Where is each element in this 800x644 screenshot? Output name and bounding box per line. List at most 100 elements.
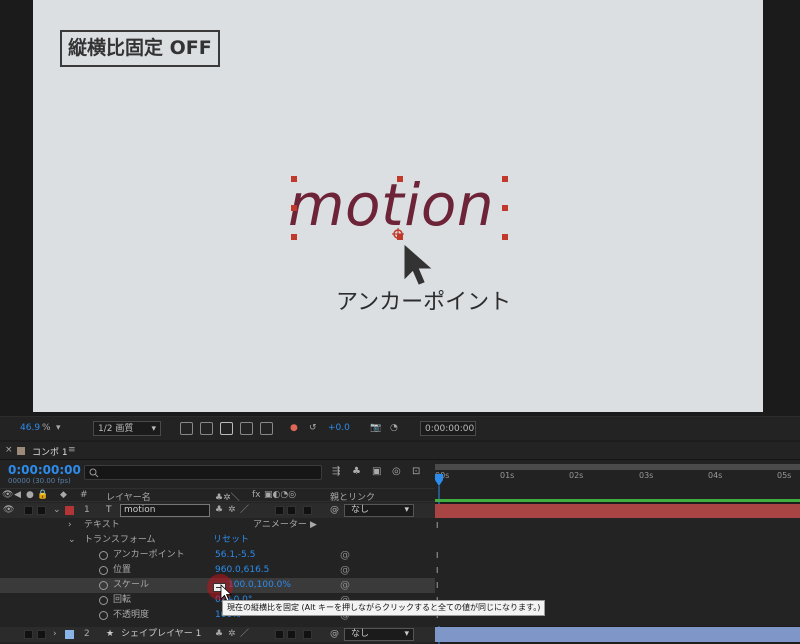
stopwatch-icon[interactable] bbox=[99, 611, 108, 620]
switch-box[interactable] bbox=[275, 630, 284, 639]
bbox-handle[interactable] bbox=[291, 176, 297, 182]
lock-toggle[interactable] bbox=[37, 506, 46, 515]
stopwatch-icon[interactable] bbox=[99, 566, 108, 575]
switch-box[interactable] bbox=[287, 506, 296, 515]
expression-pickwhip-icon[interactable]: @ bbox=[340, 563, 350, 578]
expression-pickwhip-icon[interactable]: @ bbox=[340, 578, 350, 593]
chevron-right-icon[interactable]: › bbox=[53, 627, 57, 642]
time-ruler[interactable]: 00s 01s 02s 03s 04s 05s bbox=[435, 460, 800, 501]
ruler-tick: 05s bbox=[777, 471, 792, 480]
panel-menu-icon[interactable]: ≡ bbox=[68, 445, 76, 455]
property-row-text[interactable]: › テキスト アニメーター ▶ bbox=[0, 518, 435, 533]
tab-composition[interactable]: コンポ 1 bbox=[32, 445, 68, 458]
stopwatch-icon[interactable] bbox=[99, 581, 108, 590]
chevron-down-icon[interactable]: ⌄ bbox=[68, 533, 76, 548]
animator-play-icon[interactable]: ▶ bbox=[310, 518, 317, 533]
bbox-handle[interactable] bbox=[397, 176, 403, 182]
close-icon[interactable]: × bbox=[5, 445, 13, 455]
shy-layers-icon[interactable]: ♣ bbox=[352, 466, 364, 478]
quality-switch-icon[interactable]: ✲ bbox=[228, 627, 236, 642]
work-area-bar[interactable] bbox=[435, 464, 800, 470]
parent-select[interactable]: なし ▾ bbox=[344, 628, 414, 641]
stopwatch-icon[interactable] bbox=[99, 551, 108, 560]
layer-row-shape[interactable]: › 2 ★ シェイプレイヤー 1 ♣ ✲ ／ @ なし ▾ bbox=[0, 627, 435, 642]
parent-select-value: なし bbox=[351, 629, 370, 639]
comp-flowchart-icon[interactable]: ⇶ bbox=[332, 466, 344, 478]
zoom-unit: % bbox=[42, 423, 51, 433]
bbox-handle[interactable] bbox=[291, 234, 297, 240]
switch-box[interactable] bbox=[287, 630, 296, 639]
audio-toggle[interactable] bbox=[24, 506, 33, 515]
expression-pickwhip-icon[interactable]: @ bbox=[340, 548, 350, 563]
audio-icon[interactable]: ◀ bbox=[14, 490, 21, 500]
grid-guides-icon[interactable] bbox=[260, 422, 273, 435]
transparency-grid-icon[interactable] bbox=[200, 422, 213, 435]
chevron-down-icon[interactable]: ⌄ bbox=[53, 503, 61, 518]
scale-value[interactable]: 100.0,100.0% bbox=[228, 578, 291, 593]
slash-switch-icon[interactable]: ／ bbox=[240, 503, 249, 518]
pickwhip-icon[interactable]: @ bbox=[330, 503, 339, 518]
reset-link[interactable]: リセット bbox=[213, 533, 249, 548]
label-icon[interactable]: ◆ bbox=[60, 490, 67, 500]
graph-editor-icon[interactable]: ⊡ bbox=[412, 466, 424, 478]
show-snapshot-icon[interactable]: ◔ bbox=[390, 421, 398, 436]
lock-icon[interactable]: 🔒 bbox=[37, 490, 48, 500]
timeline-header: 0:00:00:00 00000 (30.00 fps) ⇶ ♣ ▣ ◎ ⊡ bbox=[0, 460, 435, 488]
property-row-transform[interactable]: ⌄ トランスフォーム リセット bbox=[0, 533, 435, 548]
region-of-interest-icon[interactable] bbox=[240, 422, 253, 435]
solo-icon[interactable]: ● bbox=[26, 490, 34, 500]
composition-canvas[interactable]: 縦横比固定 OFF motion アンカーポイント bbox=[33, 0, 763, 412]
anchor-value[interactable]: 56.1,-5.5 bbox=[215, 548, 255, 563]
layer-bar-motion[interactable] bbox=[435, 504, 800, 518]
stopwatch-icon[interactable] bbox=[99, 596, 108, 605]
bbox-handle[interactable] bbox=[502, 176, 508, 182]
lock-toggle[interactable] bbox=[37, 630, 46, 639]
switch-box[interactable] bbox=[303, 630, 312, 639]
layer-bar-shape[interactable] bbox=[435, 627, 800, 642]
resolution-select[interactable]: 1/2 画質 ▾ bbox=[93, 421, 161, 436]
chevron-right-icon[interactable]: › bbox=[68, 518, 72, 533]
layer-search-input[interactable] bbox=[84, 465, 322, 480]
ruler-tick: 01s bbox=[500, 471, 515, 480]
chevron-down-icon[interactable]: ▾ bbox=[56, 421, 61, 436]
switch-box[interactable] bbox=[303, 506, 312, 515]
camera-snapshot-icon[interactable]: 📷 bbox=[370, 421, 381, 436]
visibility-icon[interactable]: 👁 bbox=[2, 490, 13, 500]
layer-name-input[interactable]: motion bbox=[120, 504, 210, 517]
collapse-switch-icon[interactable]: ♣ bbox=[215, 627, 223, 642]
eye-icon[interactable]: 👁 bbox=[3, 503, 14, 518]
property-row-anchor[interactable]: アンカーポイント 56.1,-5.5 @ bbox=[0, 548, 435, 563]
collapse-switch-icon[interactable]: ♣ bbox=[215, 503, 223, 518]
parent-select-value: なし bbox=[351, 505, 370, 515]
bbox-handle[interactable] bbox=[502, 205, 508, 211]
layer-row-motion[interactable]: 👁 ⌄ 1 T motion ♣ ✲ ／ @ なし ▾ bbox=[0, 503, 435, 518]
bbox-handle[interactable] bbox=[291, 205, 297, 211]
audio-toggle[interactable] bbox=[24, 630, 33, 639]
fast-preview-icon[interactable] bbox=[180, 422, 193, 435]
after-effects-window: 縦横比固定 OFF motion アンカーポイント 46.9 % ▾ 1/2 画… bbox=[0, 0, 800, 644]
viewer-timecode[interactable]: 0:00:00:00 bbox=[420, 421, 476, 436]
pickwhip-icon[interactable]: @ bbox=[330, 627, 339, 642]
color-channel-icon[interactable]: ● bbox=[290, 421, 298, 436]
constrain-proportions-tooltip: 現在の縦横比を固定 (Alt キーを押しながらクリックすると全ての値が同じになり… bbox=[222, 600, 546, 616]
parent-select[interactable]: なし ▾ bbox=[344, 504, 414, 517]
layer-number: 2 bbox=[84, 629, 90, 639]
slash-switch-icon[interactable]: ／ bbox=[240, 627, 249, 642]
label-color-chip[interactable] bbox=[65, 506, 74, 515]
zoom-value[interactable]: 46.9 bbox=[20, 421, 40, 436]
current-time[interactable]: 0:00:00:00 bbox=[8, 463, 81, 477]
bbox-handle[interactable] bbox=[502, 234, 508, 240]
svg-text:I: I bbox=[436, 551, 438, 560]
frame-blending-icon[interactable]: ▣ bbox=[372, 466, 384, 478]
ruler-tick: 03s bbox=[639, 471, 654, 480]
switch-box[interactable] bbox=[275, 506, 284, 515]
motion-blur-icon[interactable]: ◎ bbox=[392, 466, 404, 478]
quality-switch-icon[interactable]: ✲ bbox=[228, 503, 236, 518]
label-color-chip[interactable] bbox=[65, 630, 74, 639]
anchor-point-icon[interactable] bbox=[392, 228, 404, 240]
property-label: 回転 bbox=[113, 595, 132, 605]
mask-visibility-icon[interactable] bbox=[220, 422, 233, 435]
reset-exposure-icon[interactable]: ↺ bbox=[309, 421, 317, 436]
layer-name[interactable]: シェイプレイヤー 1 bbox=[121, 627, 201, 642]
exposure-value[interactable]: +0.0 bbox=[328, 421, 350, 436]
